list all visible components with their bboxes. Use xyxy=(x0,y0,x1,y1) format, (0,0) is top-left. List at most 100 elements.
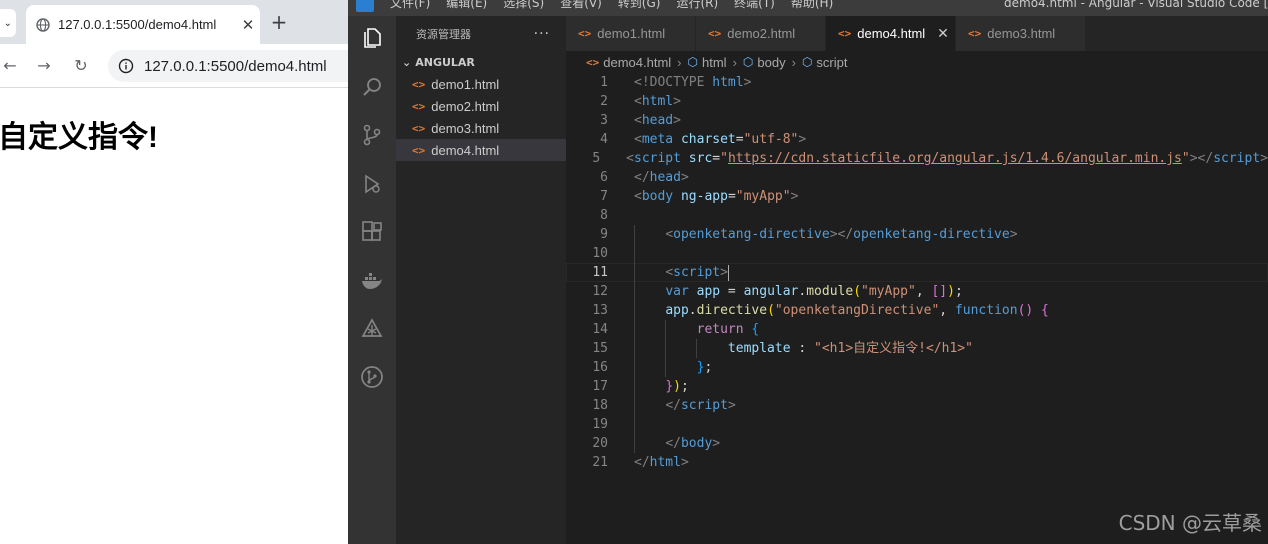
browser-tab-demo4[interactable]: 127.0.0.1:5500/demo4.html ✕ xyxy=(26,5,260,44)
line-number: 20 xyxy=(592,436,608,451)
file-demo4[interactable]: <> demo4.html xyxy=(396,139,566,161)
code-line: 16 }; xyxy=(566,358,1268,377)
html-file-icon: <> xyxy=(578,27,592,40)
site-info-icon[interactable] xyxy=(118,58,134,74)
file-demo1[interactable]: <> demo1.html xyxy=(396,73,566,95)
line-number: 17 xyxy=(592,379,608,394)
tab-demo1[interactable]: <> demo1.html xyxy=(566,16,696,51)
extensions-icon[interactable] xyxy=(360,220,384,244)
file-label: demo1.html xyxy=(431,76,500,92)
line-number: 12 xyxy=(592,284,608,299)
vscode-window: 文件(F) 编辑(E) 选择(S) 查看(V) 转到(G) 运行(R) 终端(T) 帮助(H)… xyxy=(348,0,1268,544)
code-editor[interactable]: 1 <!DOCTYPE html> 2 <html> 3 <head> 4 <meta … xyxy=(566,73,1268,544)
code-line: 19 xyxy=(566,415,1268,434)
menu-item[interactable]: 编辑(E) xyxy=(446,0,487,11)
code-line: 1 <!DOCTYPE html> xyxy=(566,73,1268,92)
html-file-icon: <> xyxy=(412,99,426,113)
menu-item[interactable]: 帮助(H) xyxy=(791,0,833,11)
code-line: 2 <html> xyxy=(566,92,1268,111)
menu-item[interactable]: 选择(S) xyxy=(503,0,544,11)
docker-icon[interactable] xyxy=(360,269,384,293)
browser-window: ⌄ 127.0.0.1:5500/demo4.html ✕ + ← → ↻ 12… xyxy=(0,0,348,544)
line-number: 5 xyxy=(592,151,601,166)
file-label: demo4.html xyxy=(431,142,500,158)
text-cursor xyxy=(727,264,729,281)
cdn-link[interactable]: https://cdn.staticfile.org/angular.js/1.… xyxy=(728,151,1182,166)
html-file-icon: <> xyxy=(838,27,852,40)
activity-bar xyxy=(348,16,396,544)
line-number: 4 xyxy=(600,132,608,147)
tab-label: demo4.html xyxy=(857,26,926,41)
browser-tab-title: 127.0.0.1:5500/demo4.html xyxy=(58,17,217,32)
remote-icon[interactable] xyxy=(360,317,384,341)
menu-item[interactable]: 转到(G) xyxy=(618,0,661,11)
forward-arrow-icon[interactable]: → xyxy=(32,54,56,78)
file-label: demo3.html xyxy=(431,120,500,136)
new-tab-button[interactable]: + xyxy=(268,10,290,34)
close-icon[interactable]: ✕ xyxy=(937,25,949,42)
search-icon[interactable] xyxy=(360,75,384,99)
breadcrumb-file[interactable]: demo4.html xyxy=(603,55,671,70)
explorer-icon[interactable] xyxy=(360,26,384,50)
breadcrumb-body[interactable]: body xyxy=(757,55,785,70)
code-line: 18 </script> xyxy=(566,396,1268,415)
breadcrumb-script[interactable]: script xyxy=(816,55,847,70)
code-line: 3 <head> xyxy=(566,111,1268,130)
file-demo2[interactable]: <> demo2.html xyxy=(396,95,566,117)
line-number: 11 xyxy=(592,265,608,280)
code-line: 14 return { xyxy=(566,320,1268,339)
line-number: 14 xyxy=(592,322,608,337)
tab-demo3[interactable]: <> demo3.html xyxy=(956,16,1086,51)
code-line: 5 <script src="https://cdn.staticfile.org… xyxy=(566,149,1268,168)
line-number: 15 xyxy=(592,341,608,356)
line-number: 21 xyxy=(592,455,608,470)
address-bar[interactable]: 127.0.0.1:5500/demo4.html xyxy=(108,50,348,82)
reload-icon[interactable]: ↻ xyxy=(69,54,93,78)
code-line: 4 <meta charset="utf-8"> xyxy=(566,130,1268,149)
menu-item[interactable]: 查看(V) xyxy=(560,0,602,11)
explorer-sidebar: 资源管理器 ··· ⌄ ANGULAR <> demo1.html <> demo2… xyxy=(396,16,566,544)
tab-search-button[interactable]: ⌄ xyxy=(0,9,16,37)
element-icon: ⬡ xyxy=(742,55,754,69)
source-control-icon[interactable] xyxy=(360,123,384,147)
title-bar: 文件(F) 编辑(E) 选择(S) 查看(V) 转到(G) 运行(R) 终端(T) 帮助(H)… xyxy=(348,0,1268,16)
code-line: 20 </body> xyxy=(566,434,1268,453)
chevron-down-icon: ⌄ xyxy=(402,55,412,69)
folder-angular[interactable]: ⌄ ANGULAR xyxy=(396,51,566,73)
html-file-icon: <> xyxy=(708,27,722,40)
tab-label: demo3.html xyxy=(987,26,1056,41)
current-line: 11 <script> xyxy=(566,263,1268,282)
menu-bar: 文件(F) 编辑(E) 选择(S) 查看(V) 转到(G) 运行(R) 终端(T) 帮助(H) xyxy=(390,0,833,11)
close-tab-icon[interactable]: ✕ xyxy=(236,16,260,34)
line-number: 19 xyxy=(592,417,608,432)
code-line: 8 xyxy=(566,206,1268,225)
tab-label: demo1.html xyxy=(597,26,666,41)
file-demo3[interactable]: <> demo3.html xyxy=(396,117,566,139)
explorer-title: 资源管理器 xyxy=(416,27,471,41)
line-number: 18 xyxy=(592,398,608,413)
html-file-icon: <> xyxy=(586,55,600,69)
menu-item[interactable]: 运行(R) xyxy=(676,0,718,11)
chevron-right-icon: › xyxy=(732,54,737,70)
back-arrow-icon[interactable]: ← xyxy=(0,54,22,78)
menu-item[interactable]: 终端(T) xyxy=(734,0,775,11)
watermark: CSDN @云草桑 xyxy=(1118,511,1262,535)
run-debug-icon[interactable] xyxy=(360,172,384,196)
more-actions-icon[interactable]: ··· xyxy=(534,26,550,42)
page-heading: 自定义指令! xyxy=(0,121,158,154)
tab-demo2[interactable]: <> demo2.html xyxy=(696,16,826,51)
code-line: 10 xyxy=(566,244,1268,263)
code-line: 15 template : "<h1>自定义指令!</h1>" xyxy=(566,339,1268,358)
html-file-icon: <> xyxy=(412,77,426,91)
code-line: 9 <openketang-directive></openketang-dir… xyxy=(566,225,1268,244)
line-number: 2 xyxy=(600,94,608,109)
menu-item[interactable]: 文件(F) xyxy=(390,0,430,11)
git-graph-icon[interactable] xyxy=(360,365,384,389)
folder-label: ANGULAR xyxy=(415,55,475,69)
line-number: 6 xyxy=(600,170,608,185)
breadcrumb-html[interactable]: html xyxy=(702,55,727,70)
code-line: 17 }); xyxy=(566,377,1268,396)
file-label: demo2.html xyxy=(431,98,500,114)
tab-demo4[interactable]: <> demo4.html ✕ xyxy=(826,16,956,51)
html-file-icon: <> xyxy=(412,143,426,157)
